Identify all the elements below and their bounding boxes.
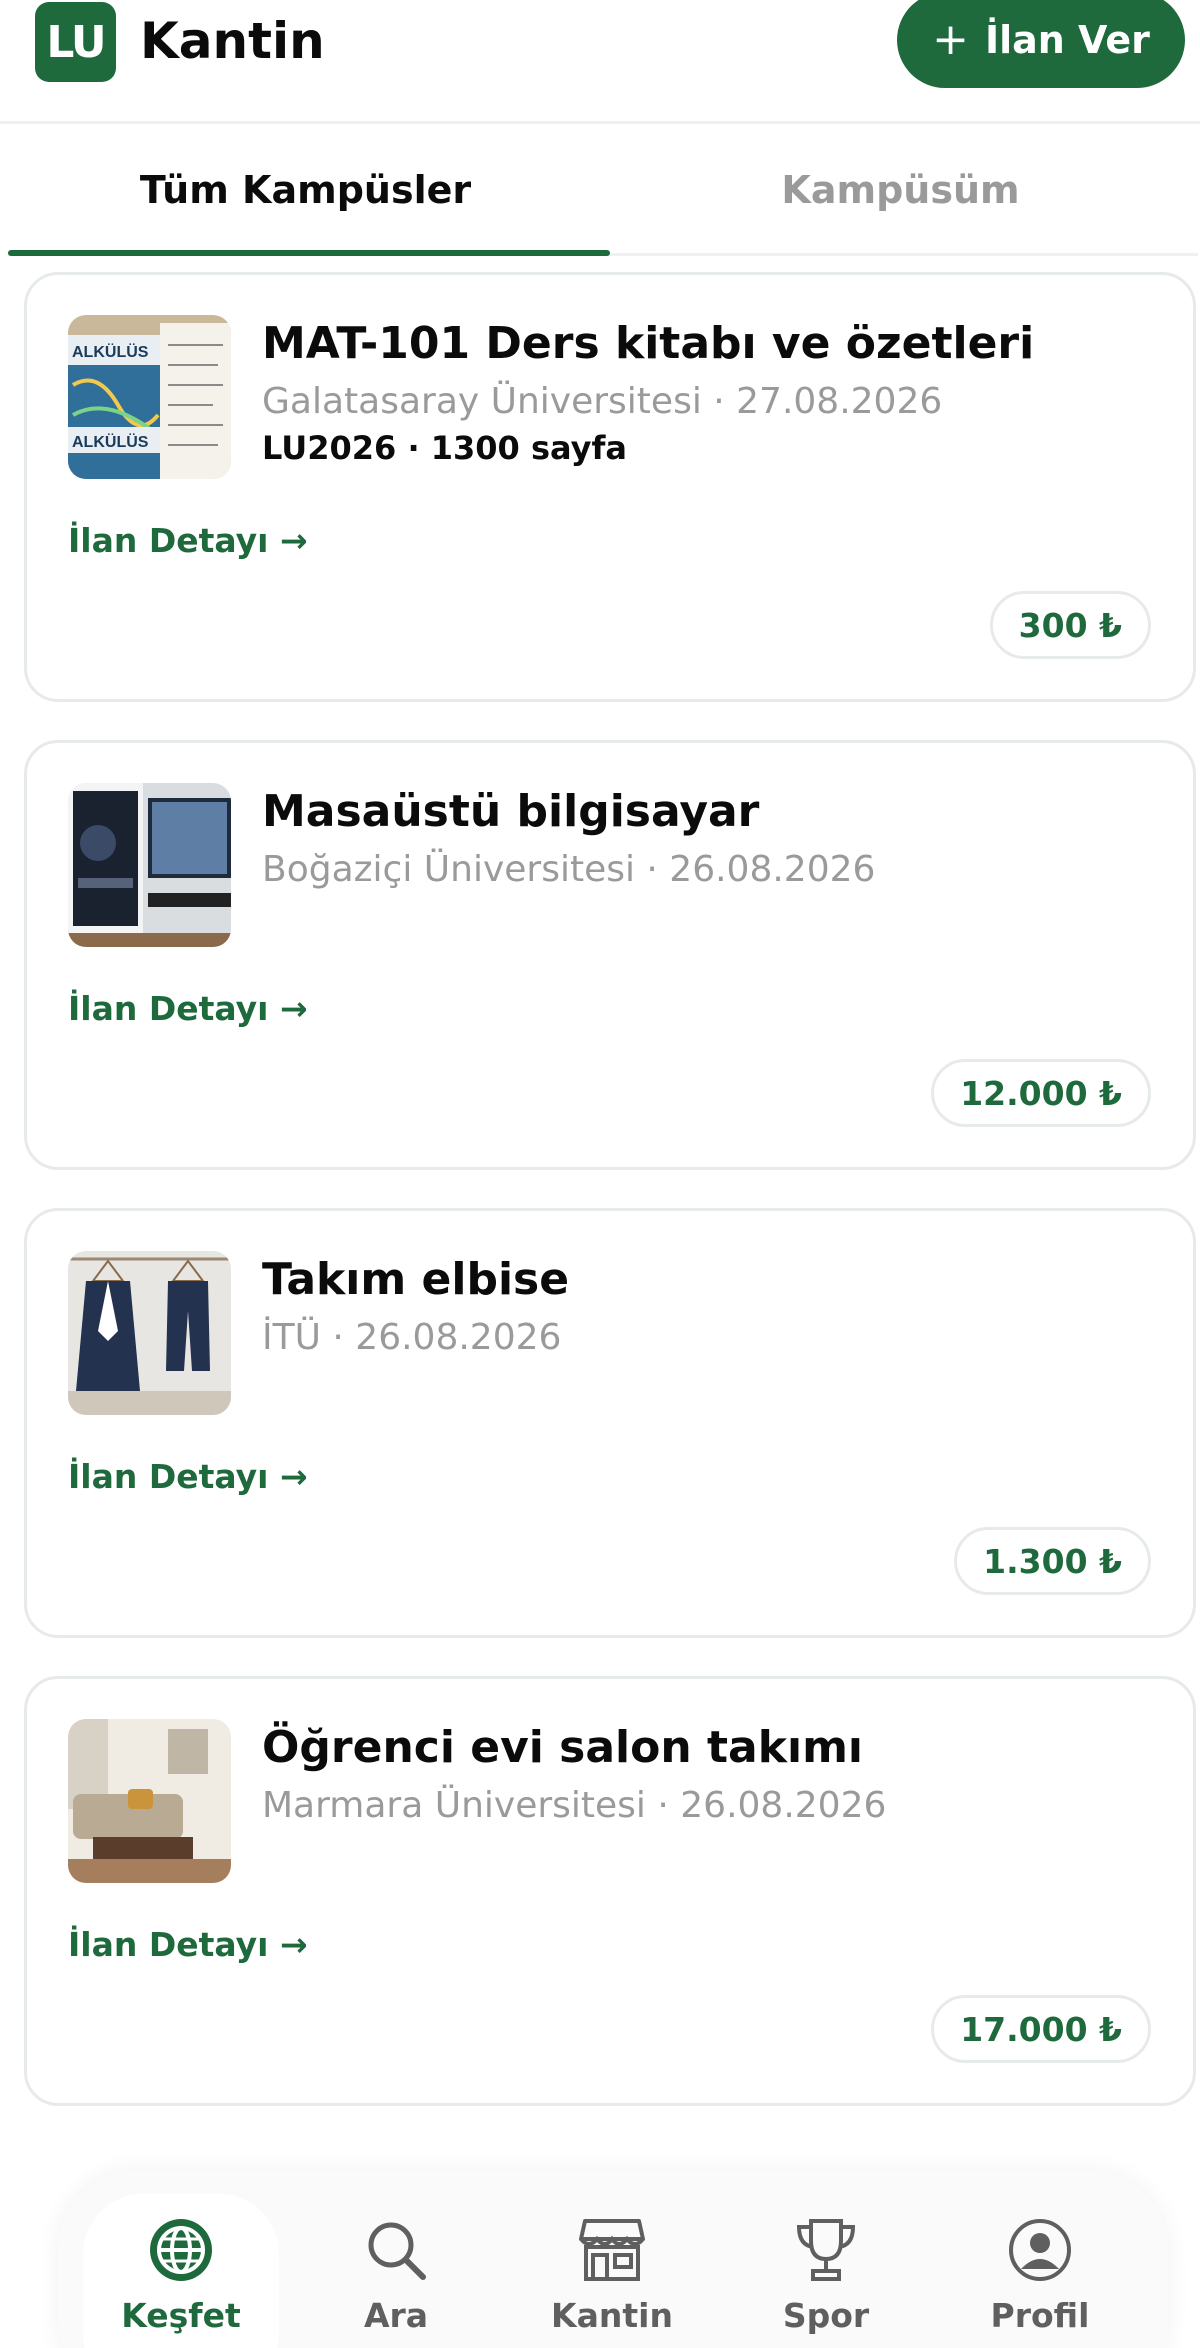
listing-meta: Boğaziçi Üniversitesi · 26.08.2026: [262, 849, 876, 890]
listing-card[interactable]: Masaüstü bilgisayar Boğaziçi Üniversites…: [24, 740, 1196, 1170]
price-badge: 12.000 ₺: [931, 1059, 1151, 1127]
bottom-navigation: Keşfet Ara Kantin Spor Profil: [58, 2170, 1168, 2348]
nav-profile[interactable]: Profil: [940, 2170, 1140, 2348]
nav-search[interactable]: Ara: [296, 2170, 496, 2348]
profile-icon: [1004, 2214, 1076, 2286]
trophy-icon: [790, 2214, 862, 2286]
nav-explore[interactable]: Keşfet: [81, 2170, 281, 2348]
listing-card[interactable]: ALKÜLÜS ALKÜLÜS MAT-101 Ders kitabı ve ö…: [24, 272, 1196, 702]
listing-meta: İTÜ · 26.08.2026: [262, 1317, 562, 1358]
nav-label: Spor: [782, 2296, 870, 2335]
listing-extra: LU2026 · 1300 sayfa: [262, 429, 627, 467]
computer-photo: [68, 783, 231, 947]
living-room-photo: [68, 1719, 231, 1883]
listing-card[interactable]: Öğrenci evi salon takımı Marmara Ünivers…: [24, 1676, 1196, 2106]
post-listing-button[interactable]: + İlan Ver: [897, 0, 1185, 88]
nav-kantin[interactable]: Kantin: [512, 2170, 712, 2348]
nav-label: Profil: [990, 2296, 1090, 2335]
listing-meta: Marmara Üniversitesi · 26.08.2026: [262, 1785, 887, 1826]
post-listing-label: İlan Ver: [984, 18, 1150, 62]
listing-detail-link[interactable]: İlan Detayı →: [68, 1455, 308, 1499]
listing-title: Öğrenci evi salon takımı: [262, 1722, 864, 1773]
price-badge: 17.000 ₺: [931, 1995, 1151, 2063]
app-header: LU Kantin + İlan Ver: [0, 0, 1200, 124]
listing-detail-link[interactable]: İlan Detayı →: [68, 1923, 308, 1967]
nav-sport[interactable]: Spor: [726, 2170, 926, 2348]
campus-tabs: Tüm Kampüsler Kampüsüm: [8, 124, 1198, 256]
app-logo[interactable]: LU: [35, 2, 116, 82]
price-badge: 1.300 ₺: [954, 1527, 1151, 1595]
nav-label: Keşfet: [121, 2296, 241, 2335]
svg-text:ALKÜLÜS: ALKÜLÜS: [72, 432, 149, 451]
suit-photo: [68, 1251, 231, 1415]
nav-label: Ara: [363, 2296, 429, 2335]
active-tab-indicator: [8, 250, 610, 256]
tab-my-campus[interactable]: Kampüsüm: [603, 124, 1198, 256]
listing-title: Takım elbise: [262, 1254, 570, 1305]
nav-label: Kantin: [551, 2296, 673, 2335]
price-badge: 300 ₺: [989, 591, 1151, 659]
listing-card[interactable]: Takım elbise İTÜ · 26.08.2026 İlan Detay…: [24, 1208, 1196, 1638]
book-photo: ALKÜLÜS ALKÜLÜS: [68, 315, 231, 479]
tab-all-campuses[interactable]: Tüm Kampüsler: [8, 124, 603, 256]
store-icon: [576, 2214, 648, 2286]
search-icon: [360, 2214, 432, 2286]
listing-detail-link[interactable]: İlan Detayı →: [68, 987, 308, 1031]
page-title: Kantin: [140, 12, 325, 70]
listing-title: Masaüstü bilgisayar: [262, 786, 760, 837]
globe-icon: [145, 2214, 217, 2286]
plus-icon: +: [932, 14, 969, 65]
svg-text:ALKÜLÜS: ALKÜLÜS: [72, 342, 149, 361]
listing-meta: Galatasaray Üniversitesi · 27.08.2026: [262, 381, 943, 422]
listing-detail-link[interactable]: İlan Detayı →: [68, 519, 308, 563]
listing-title: MAT-101 Ders kitabı ve özetleri: [262, 318, 1035, 369]
